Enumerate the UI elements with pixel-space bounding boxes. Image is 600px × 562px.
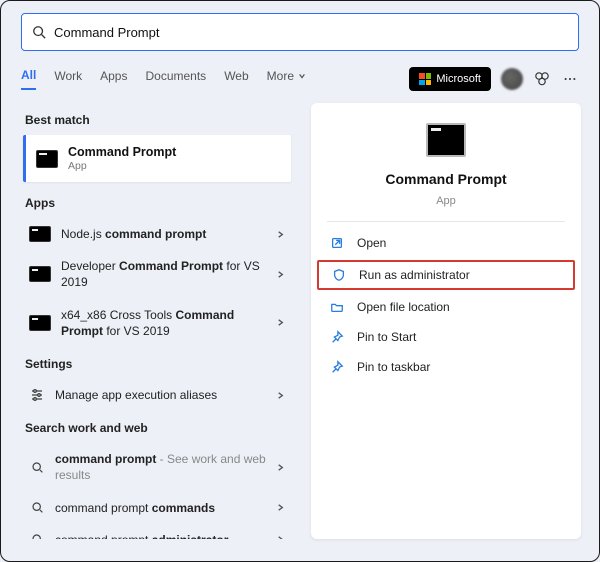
action-open-location[interactable]: Open file location xyxy=(311,292,581,322)
pin-icon xyxy=(329,359,345,375)
scope-tabs: All Work Apps Documents Web More xyxy=(21,68,409,90)
chevron-right-icon xyxy=(276,270,285,279)
web-result-2[interactable]: command prompt administrator xyxy=(19,524,295,539)
best-match-subtitle: App xyxy=(68,160,176,172)
tab-more[interactable]: More xyxy=(267,68,306,90)
preview-title: Command Prompt xyxy=(385,171,506,187)
tab-documents[interactable]: Documents xyxy=(145,68,206,90)
web-result-1[interactable]: command prompt commands xyxy=(19,492,295,524)
chevron-right-icon xyxy=(276,503,285,512)
results-column: Best match Command Prompt App Apps Node.… xyxy=(19,103,295,539)
app-result-label: Developer Command Prompt for VS 2019 xyxy=(61,258,266,290)
chevron-right-icon xyxy=(276,230,285,239)
divider xyxy=(327,221,565,222)
action-pin-taskbar[interactable]: Pin to taskbar xyxy=(311,352,581,382)
tab-apps[interactable]: Apps xyxy=(100,68,127,90)
rewards-icon[interactable] xyxy=(533,70,551,88)
section-search-web: Search work and web xyxy=(19,411,295,443)
tab-web[interactable]: Web xyxy=(224,68,248,90)
command-prompt-icon xyxy=(426,123,466,157)
tab-all[interactable]: All xyxy=(21,68,36,90)
search-icon xyxy=(29,500,45,516)
chevron-right-icon xyxy=(276,318,285,327)
tabs-row: All Work Apps Documents Web More Microso… xyxy=(1,51,599,99)
folder-icon xyxy=(329,299,345,315)
tab-work[interactable]: Work xyxy=(54,68,82,90)
user-avatar[interactable] xyxy=(501,68,523,90)
section-settings: Settings xyxy=(19,347,295,379)
more-options-icon[interactable] xyxy=(561,70,579,88)
app-result-dev-prompt[interactable]: Developer Command Prompt for VS 2019 xyxy=(19,250,295,298)
command-prompt-icon xyxy=(36,150,58,168)
search-icon xyxy=(29,532,45,539)
chevron-down-icon xyxy=(298,72,306,80)
best-match-result[interactable]: Command Prompt App xyxy=(23,135,291,182)
action-pin-start[interactable]: Pin to Start xyxy=(311,322,581,352)
settings-icon xyxy=(29,387,45,403)
action-open-location-label: Open file location xyxy=(357,300,450,314)
web-result-label: command prompt commands xyxy=(55,500,266,516)
best-match-texts: Command Prompt App xyxy=(68,145,176,172)
settings-result-aliases[interactable]: Manage app execution aliases xyxy=(19,379,295,411)
settings-result-label: Manage app execution aliases xyxy=(55,387,266,403)
chevron-right-icon xyxy=(276,463,285,472)
web-result-0[interactable]: command prompt - See work and web result… xyxy=(19,443,295,491)
microsoft-logo-icon xyxy=(419,73,431,85)
preview-subtitle: App xyxy=(436,195,456,207)
section-apps: Apps xyxy=(19,186,295,218)
action-open-label: Open xyxy=(357,236,386,250)
tab-more-label: More xyxy=(267,69,294,83)
action-pin-taskbar-label: Pin to taskbar xyxy=(357,360,430,374)
search-icon xyxy=(32,25,46,39)
web-result-label: command prompt administrator xyxy=(55,532,266,539)
preview-header: Command Prompt App xyxy=(311,123,581,221)
header-right: Microsoft xyxy=(409,67,579,91)
command-prompt-icon xyxy=(29,315,51,331)
chevron-right-icon xyxy=(276,535,285,539)
web-result-label: command prompt - See work and web result… xyxy=(55,451,266,483)
shield-icon xyxy=(331,267,347,283)
content-area: Best match Command Prompt App Apps Node.… xyxy=(1,99,599,555)
action-pin-start-label: Pin to Start xyxy=(357,330,416,344)
search-box[interactable] xyxy=(21,13,579,51)
app-result-nodejs[interactable]: Node.js command prompt xyxy=(19,218,295,250)
section-best-match: Best match xyxy=(19,103,295,135)
action-run-admin-label: Run as administrator xyxy=(359,268,470,282)
microsoft-badge[interactable]: Microsoft xyxy=(409,67,491,91)
command-prompt-icon xyxy=(29,266,51,282)
command-prompt-icon xyxy=(29,226,51,242)
best-match-title: Command Prompt xyxy=(68,145,176,159)
search-icon xyxy=(29,459,45,475)
microsoft-badge-label: Microsoft xyxy=(436,73,481,85)
action-run-admin[interactable]: Run as administrator xyxy=(317,260,575,290)
app-result-label: Node.js command prompt xyxy=(61,226,266,242)
preview-pane: Command Prompt App Open Run as administr… xyxy=(311,103,581,539)
chevron-right-icon xyxy=(276,391,285,400)
action-open[interactable]: Open xyxy=(311,228,581,258)
app-result-cross-tools[interactable]: x64_x86 Cross Tools Command Prompt for V… xyxy=(19,299,295,347)
app-result-label: x64_x86 Cross Tools Command Prompt for V… xyxy=(61,307,266,339)
pin-icon xyxy=(329,329,345,345)
open-icon xyxy=(329,235,345,251)
search-input[interactable] xyxy=(54,25,568,40)
